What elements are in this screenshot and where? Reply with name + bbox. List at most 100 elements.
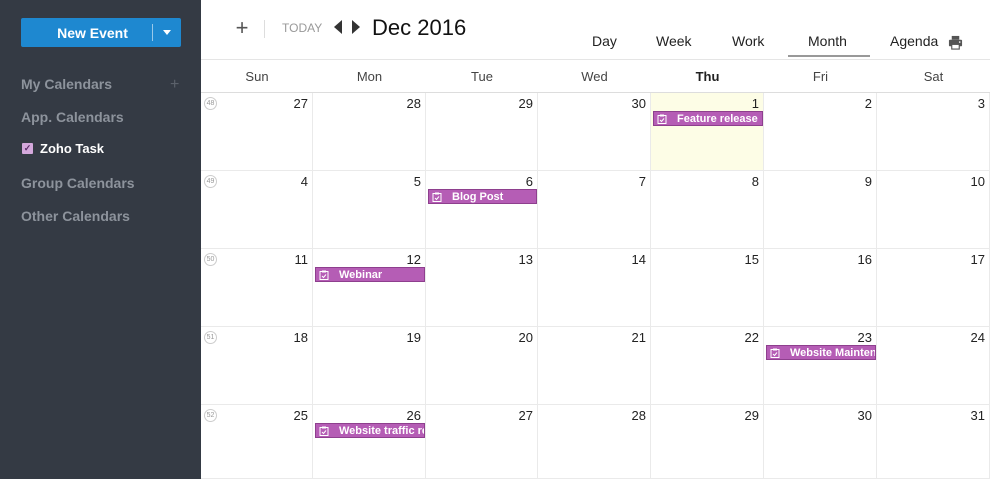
day-cell[interactable]: 15 [651,249,764,327]
day-number[interactable]: 12 [407,252,421,267]
day-number[interactable]: 11 [295,252,309,267]
day-cell[interactable]: 21 [538,327,651,405]
day-cell[interactable]: 20 [426,327,538,405]
day-cell[interactable]: 48 27 [201,93,313,171]
day-number[interactable]: 10 [971,174,985,189]
day-cell[interactable]: 9 [764,171,877,249]
day-number[interactable]: 29 [519,96,533,111]
day-number[interactable]: 29 [745,408,759,423]
day-number[interactable]: 5 [414,174,421,189]
other-calendars-section[interactable]: Other Calendars [21,208,130,224]
tab-month[interactable]: Month [808,33,847,49]
day-number[interactable]: 6 [526,174,533,189]
day-number[interactable]: 14 [632,252,646,267]
calendar-event[interactable]: Website Mainten [766,345,876,360]
day-number[interactable]: 30 [858,408,872,423]
previous-month-icon[interactable] [334,20,342,34]
day-number[interactable]: 31 [971,408,985,423]
tab-work[interactable]: Work [732,33,764,49]
day-cell[interactable]: 24 [877,327,990,405]
week-number[interactable]: 49 [204,175,217,188]
day-cell[interactable]: 14 [538,249,651,327]
checkbox-checked-icon[interactable]: ✓ [22,143,33,154]
day-cell[interactable]: 28 [313,93,426,171]
day-cell[interactable]: 52 25 [201,405,313,479]
my-calendars-section[interactable]: My Calendars [21,76,112,92]
day-number[interactable]: 17 [971,252,985,267]
day-cell[interactable]: 28 [538,405,651,479]
day-number[interactable]: 27 [294,96,308,111]
day-cell[interactable]: 23 [764,327,877,405]
day-number[interactable]: 30 [632,96,646,111]
day-cell[interactable]: 31 [877,405,990,479]
new-event-dropdown-button[interactable] [153,30,181,35]
day-number[interactable]: 1 [752,96,759,111]
print-icon[interactable] [948,35,963,50]
day-number[interactable]: 28 [632,408,646,423]
day-number[interactable]: 23 [858,330,872,345]
day-number[interactable]: 9 [865,174,872,189]
day-cell[interactable]: 30 [764,405,877,479]
add-calendar-icon[interactable]: + [170,76,179,94]
day-cell[interactable]: 51 18 [201,327,313,405]
sidebar: New Event My Calendars + App. Calendars … [0,0,201,479]
day-cell[interactable]: 13 [426,249,538,327]
day-cell[interactable]: 26 [313,405,426,479]
day-cell[interactable]: 49 4 [201,171,313,249]
day-cell[interactable]: 1 [651,93,764,171]
day-cell[interactable]: 22 [651,327,764,405]
day-cell[interactable]: 12 [313,249,426,327]
week-number[interactable]: 48 [204,97,217,110]
day-number[interactable]: 3 [978,96,985,111]
day-cell[interactable]: 2 [764,93,877,171]
day-number[interactable]: 19 [407,330,421,345]
day-cell[interactable]: 5 [313,171,426,249]
day-number[interactable]: 13 [519,252,533,267]
day-number[interactable]: 20 [519,330,533,345]
day-number[interactable]: 27 [519,408,533,423]
week-number[interactable]: 52 [204,409,217,422]
day-number[interactable]: 15 [745,252,759,267]
day-number[interactable]: 26 [407,408,421,423]
day-number[interactable]: 28 [407,96,421,111]
add-event-icon[interactable]: + [232,17,252,39]
new-event-button[interactable]: New Event [21,18,181,47]
day-number[interactable]: 8 [752,174,759,189]
day-number[interactable]: 7 [639,174,646,189]
tab-agenda[interactable]: Agenda [890,33,938,49]
day-cell[interactable]: 27 [426,405,538,479]
day-cell[interactable]: 8 [651,171,764,249]
week-number[interactable]: 51 [204,331,217,344]
day-cell[interactable]: 7 [538,171,651,249]
day-cell[interactable]: 30 [538,93,651,171]
tab-day[interactable]: Day [592,33,617,49]
day-number[interactable]: 24 [971,330,985,345]
day-cell[interactable]: 3 [877,93,990,171]
calendar-event[interactable]: Website traffic re [315,423,425,438]
day-number[interactable]: 2 [865,96,872,111]
day-number[interactable]: 4 [301,174,308,189]
day-cell[interactable]: 29 [651,405,764,479]
day-cell[interactable]: 29 [426,93,538,171]
day-cell[interactable]: 10 [877,171,990,249]
tab-week[interactable]: Week [656,33,692,49]
day-cell[interactable]: 16 [764,249,877,327]
day-number[interactable]: 16 [858,252,872,267]
day-number[interactable]: 21 [632,330,646,345]
group-calendars-section[interactable]: Group Calendars [21,175,135,191]
today-button[interactable]: TODAY [282,21,322,35]
day-number[interactable]: 25 [294,408,308,423]
day-cell[interactable]: 17 [877,249,990,327]
app-calendars-section[interactable]: App. Calendars [21,109,124,125]
calendar-event[interactable]: Blog Post [428,189,537,204]
zoho-task-calendar-item[interactable]: ✓ Zoho Task [22,141,104,156]
day-number[interactable]: 18 [294,330,308,345]
calendar-event[interactable]: Feature release [653,111,763,126]
next-month-icon[interactable] [352,20,360,34]
day-number[interactable]: 22 [745,330,759,345]
calendar-event[interactable]: Webinar [315,267,425,282]
week-number[interactable]: 50 [204,253,217,266]
day-cell[interactable]: 50 11 [201,249,313,327]
day-cell[interactable]: 19 [313,327,426,405]
day-cell[interactable]: 6 [426,171,538,249]
